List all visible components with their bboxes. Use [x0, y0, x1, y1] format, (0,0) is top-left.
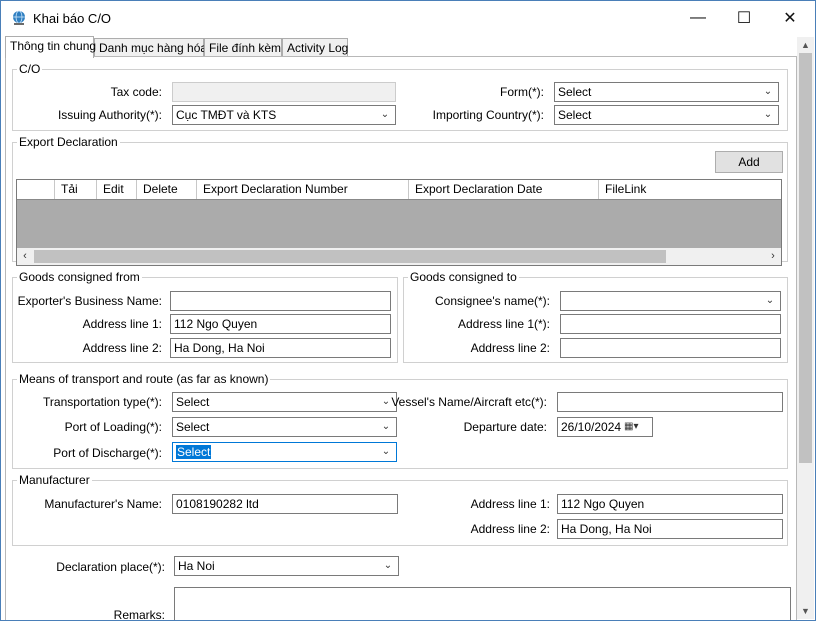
- form-value: Select: [558, 85, 592, 99]
- maximize-button[interactable]: ☐: [721, 1, 767, 35]
- co-declaration-window: Khai báo C/O — ☐ ✕ Thông tin chung Danh …: [0, 0, 816, 621]
- column-header-delete[interactable]: Delete: [137, 180, 197, 199]
- scroll-down-icon[interactable]: ▼: [797, 603, 814, 619]
- form-label: Form(*):: [500, 85, 544, 99]
- from-address2-label: Address line 2:: [82, 341, 162, 355]
- declaration-place-label: Declaration place(*):: [56, 560, 165, 574]
- window-title: Khai báo C/O: [33, 11, 112, 26]
- chevron-down-icon: ⌄: [765, 295, 775, 306]
- transportation-type-value: Select: [176, 395, 210, 409]
- to-address1-label: Address line 1(*):: [457, 317, 550, 331]
- issuing-authority-select[interactable]: Cục TMĐT và KTS ⌄: [172, 105, 396, 125]
- co-legend: C/O: [19, 62, 41, 76]
- grid-header-row: Tải Edit Delete Export Declaration Numbe…: [17, 180, 781, 200]
- scroll-right-icon[interactable]: ›: [765, 248, 781, 265]
- column-header-declaration-date[interactable]: Export Declaration Date: [409, 180, 599, 199]
- manufacturer-address1-field[interactable]: 112 Ngo Quyen: [557, 494, 783, 514]
- departure-date-label: Departure date:: [463, 420, 547, 434]
- manufacturer-address2-field[interactable]: Ha Dong, Ha Noi: [557, 519, 783, 539]
- port-of-loading-value: Select: [176, 420, 210, 434]
- port-of-loading-label: Port of Loading(*):: [64, 420, 162, 434]
- declaration-place-select[interactable]: Ha Noi ⌄: [174, 556, 399, 576]
- app-globe-icon: [13, 10, 25, 25]
- form-select[interactable]: Select ⌄: [554, 82, 779, 102]
- scroll-up-icon[interactable]: ▲: [797, 37, 814, 53]
- column-header-download[interactable]: Tải: [55, 180, 97, 199]
- manufacturer-address2-label: Address line 2:: [470, 522, 550, 536]
- remarks-textarea[interactable]: [174, 587, 791, 620]
- tab-general-info[interactable]: Thông tin chung: [5, 36, 96, 58]
- tax-code-label: Tax code:: [110, 85, 162, 99]
- port-of-discharge-value: Select: [176, 445, 212, 459]
- declaration-place-value: Ha Noi: [178, 559, 215, 573]
- to-address1-field[interactable]: [560, 314, 781, 334]
- column-header-edit[interactable]: Edit: [97, 180, 137, 199]
- departure-date-value: 26/10/2024: [561, 420, 622, 434]
- exporter-business-name-label: Exporter's Business Name:: [17, 294, 162, 308]
- transportation-type-select[interactable]: Select ⌄: [172, 392, 397, 412]
- departure-date-picker[interactable]: 26/10/2024 ▦▾: [557, 417, 653, 437]
- manufacturer-name-label: Manufacturer's Name:: [44, 497, 162, 511]
- chevron-down-icon: ⌄: [763, 86, 773, 97]
- chevron-down-icon: ⌄: [381, 446, 391, 457]
- port-of-discharge-select[interactable]: Select ⌄: [172, 442, 397, 462]
- goods-from-legend: Goods consigned from: [19, 270, 140, 284]
- calendar-dropdown-icon[interactable]: ▦▾: [624, 420, 650, 434]
- from-address1-field[interactable]: 112 Ngo Quyen: [170, 314, 391, 334]
- column-header-filelink[interactable]: FileLink: [599, 180, 781, 199]
- importing-country-label: Importing Country(*):: [432, 108, 544, 122]
- title-bar: Khai báo C/O — ☐ ✕: [1, 1, 815, 35]
- export-declaration-grid: Tải Edit Delete Export Declaration Numbe…: [16, 179, 782, 266]
- close-button[interactable]: ✕: [767, 1, 813, 35]
- remarks-label: Remarks:: [113, 608, 165, 621]
- manufacturer-address1-label: Address line 1:: [470, 497, 550, 511]
- chevron-down-icon: ⌄: [383, 560, 393, 571]
- export-declaration-group: Export Declaration Add Tải Edit Delete E…: [12, 135, 788, 266]
- port-of-loading-select[interactable]: Select ⌄: [172, 417, 397, 437]
- transport-legend: Means of transport and route (as far as …: [19, 372, 269, 386]
- consignee-name-label: Consignee's name(*):: [434, 294, 550, 308]
- general-info-panel: C/O Tax code: Issuing Authority(*): Cục …: [5, 56, 797, 621]
- vertical-scrollbar[interactable]: ▲ ▼: [797, 37, 814, 619]
- to-address2-label: Address line 2:: [470, 341, 550, 355]
- minimize-button[interactable]: —: [675, 1, 721, 35]
- column-header-declaration-number[interactable]: Export Declaration Number: [197, 180, 409, 199]
- issuing-authority-value: Cục TMĐT và KTS: [176, 108, 277, 122]
- transportation-type-label: Transportation type(*):: [43, 395, 162, 409]
- tab-activity-log[interactable]: Activity Log: [282, 38, 348, 57]
- tab-attachments[interactable]: File đính kèm: [204, 38, 282, 57]
- importing-country-select[interactable]: Select ⌄: [554, 105, 779, 125]
- chevron-down-icon: ⌄: [380, 109, 390, 120]
- add-declaration-button[interactable]: Add: [715, 151, 783, 173]
- exporter-business-name-field[interactable]: [170, 291, 391, 311]
- tab-goods-list[interactable]: Danh mục hàng hóa: [94, 38, 207, 57]
- to-address2-field[interactable]: [560, 338, 781, 358]
- grid-horizontal-scrollbar[interactable]: ‹ ›: [17, 248, 781, 265]
- grid-row-header: [17, 180, 55, 199]
- manufacturer-name-field[interactable]: 0108190282 ltd: [172, 494, 398, 514]
- vessel-name-field[interactable]: [557, 392, 783, 412]
- goods-to-legend: Goods consigned to: [410, 270, 517, 284]
- issuing-authority-label: Issuing Authority(*):: [57, 108, 162, 122]
- port-of-discharge-label: Port of Discharge(*):: [53, 446, 162, 460]
- chevron-down-icon: ⌄: [381, 421, 391, 432]
- export-declaration-legend: Export Declaration: [19, 135, 118, 149]
- from-address1-label: Address line 1:: [82, 317, 162, 331]
- manufacturer-legend: Manufacturer: [19, 473, 90, 487]
- consignee-name-select[interactable]: ⌄: [560, 291, 781, 311]
- vessel-name-label: Vessel's Name/Aircraft etc(*):: [391, 395, 547, 409]
- vertical-scroll-thumb[interactable]: [799, 53, 812, 463]
- grid-scroll-thumb[interactable]: [34, 250, 666, 263]
- from-address2-field[interactable]: Ha Dong, Ha Noi: [170, 338, 391, 358]
- tax-code-field: [172, 82, 396, 102]
- importing-country-value: Select: [558, 108, 592, 122]
- chevron-down-icon: ⌄: [763, 109, 773, 120]
- scroll-left-icon[interactable]: ‹: [17, 248, 33, 265]
